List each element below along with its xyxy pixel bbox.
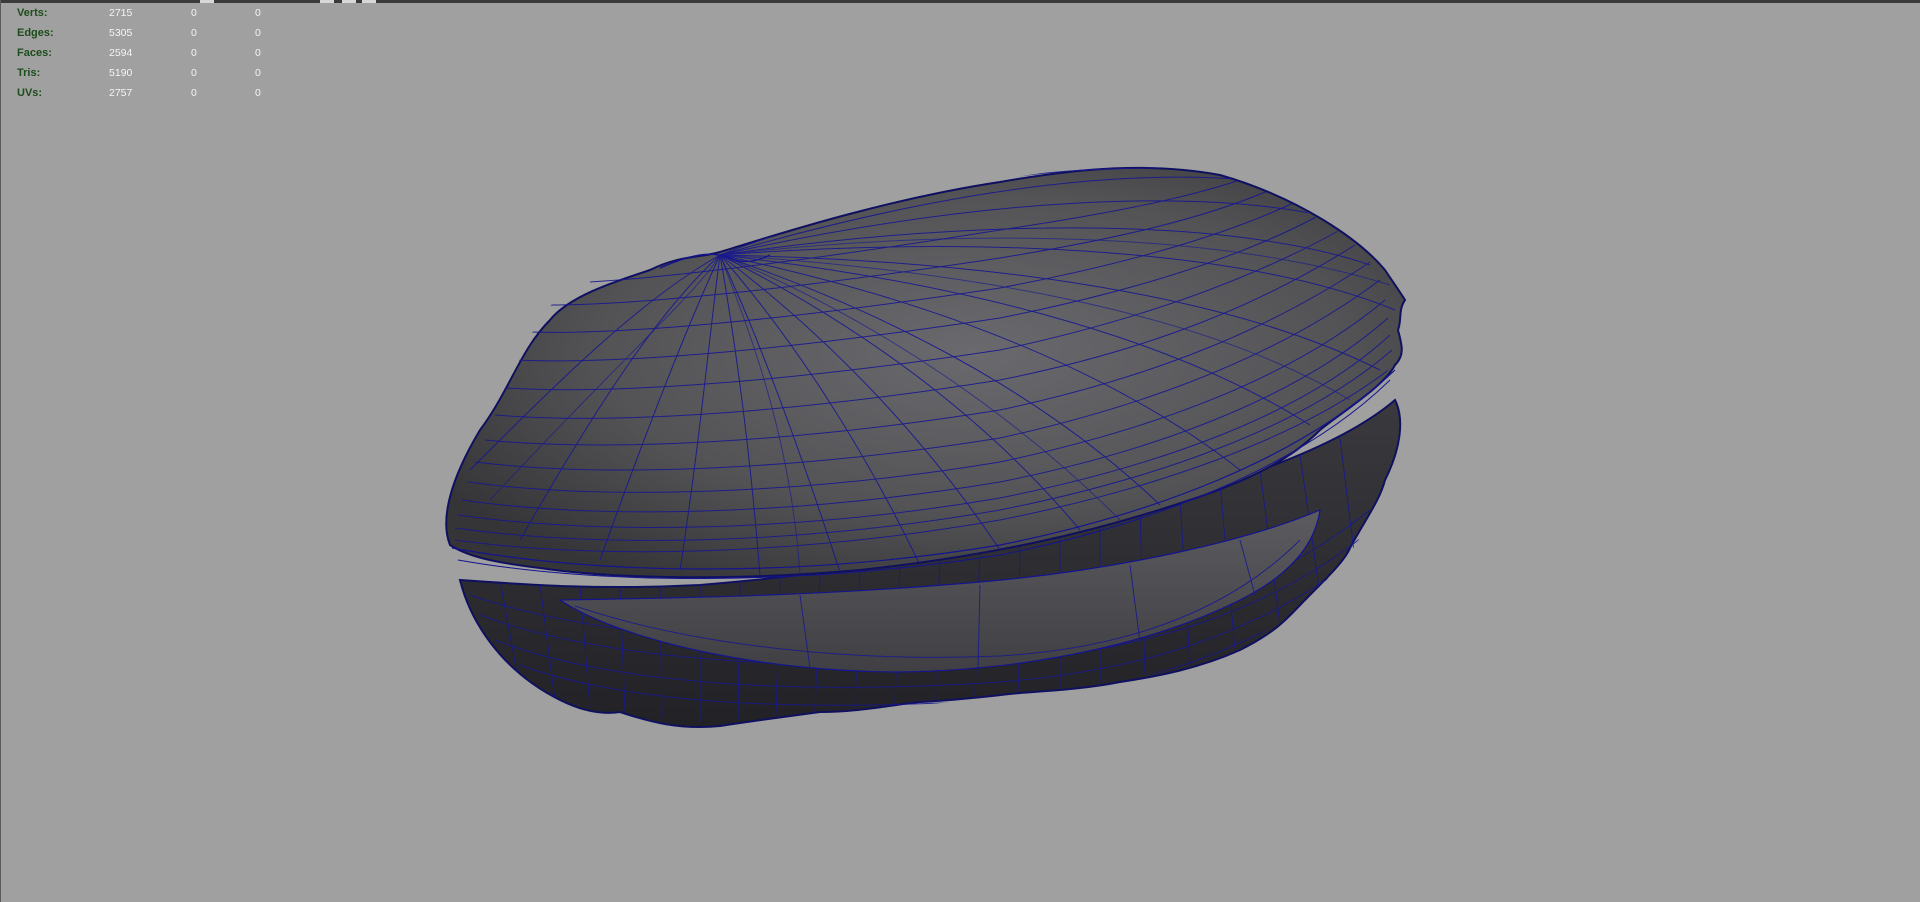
hud-row-verts: Verts: 2715 0 0 <box>17 3 285 23</box>
hud-selected-comp: 0 <box>255 47 261 59</box>
hud-selected: 0 <box>191 67 197 79</box>
hud-label: Edges: <box>17 27 54 39</box>
hud-selected-comp: 0 <box>255 27 261 39</box>
hud-label: Verts: <box>17 7 48 19</box>
hud-row-edges: Edges: 5305 0 0 <box>17 23 285 43</box>
hud-total: 2594 <box>109 47 133 59</box>
hud-row-faces: Faces: 2594 0 0 <box>17 43 285 63</box>
hud-selected: 0 <box>191 27 197 39</box>
hud-row-uvs: UVs: 2757 0 0 <box>17 83 285 103</box>
hud-label: UVs: <box>17 87 43 99</box>
hud-selected-comp: 0 <box>255 7 261 19</box>
hud-total: 5305 <box>109 27 133 39</box>
hud-total: 2715 <box>109 7 133 19</box>
hud-total: 5190 <box>109 67 133 79</box>
hud-selected: 0 <box>191 47 197 59</box>
hud-label: Tris: <box>17 67 41 79</box>
hud-label: Faces: <box>17 47 52 59</box>
hud-row-tris: Tris: 5190 0 0 <box>17 63 285 83</box>
3d-viewport[interactable] <box>0 0 1920 902</box>
hud-total: 2757 <box>109 87 133 99</box>
hud-selected: 0 <box>191 87 197 99</box>
poly-count-hud: Verts: 2715 0 0 Edges: 5305 0 0 Faces: 2… <box>17 3 285 103</box>
hud-selected-comp: 0 <box>255 87 261 99</box>
hud-selected: 0 <box>191 7 197 19</box>
hud-selected-comp: 0 <box>255 67 261 79</box>
